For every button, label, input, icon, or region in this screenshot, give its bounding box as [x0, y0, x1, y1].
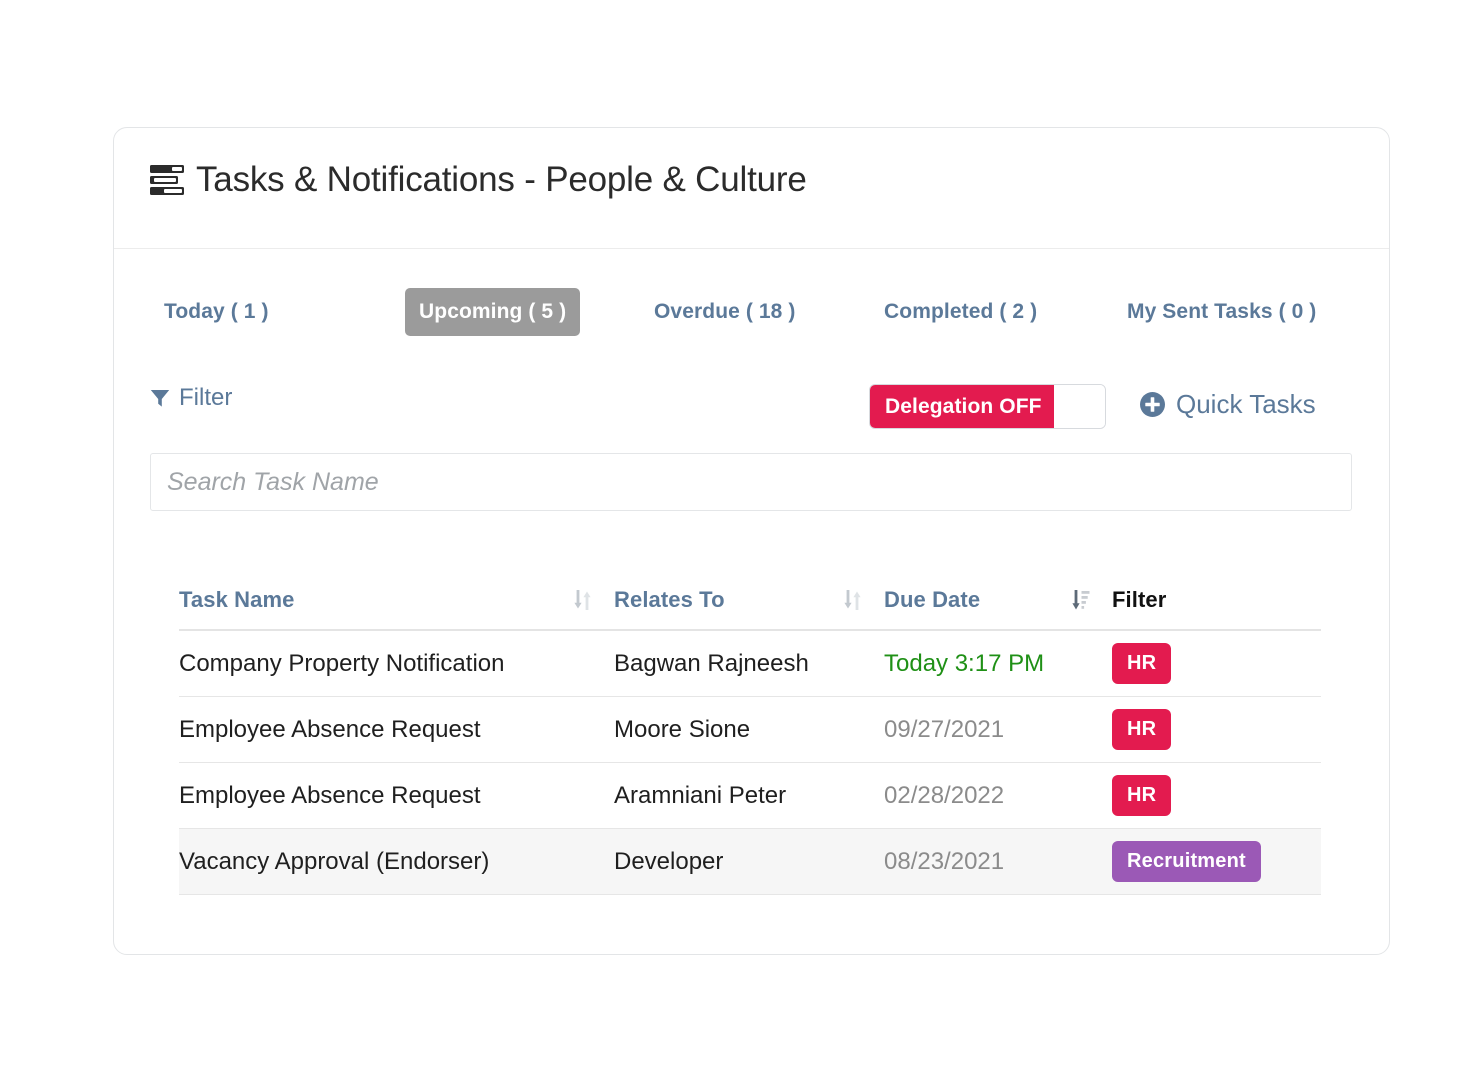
status-badge[interactable]: HR — [1112, 775, 1172, 816]
cell-due-date: 08/23/2021 — [884, 847, 1005, 875]
app-page: Tasks & Notifications - People & Culture… — [0, 0, 1480, 1081]
cell-filter: HR — [1112, 775, 1321, 816]
quick-tasks-label: Quick Tasks — [1176, 389, 1316, 419]
column-header-due-date[interactable]: Due Date — [884, 587, 1112, 613]
column-header-relates-to[interactable]: Relates To — [614, 587, 884, 613]
tab-completed[interactable]: Completed ( 2 ) — [870, 288, 1051, 336]
cell-relates-to: Developer — [614, 847, 724, 875]
sort-amount-down-icon[interactable] — [1071, 589, 1090, 611]
column-header-filter: Filter — [1112, 587, 1321, 613]
tasks-notifications-card: Tasks & Notifications - People & Culture… — [113, 127, 1390, 955]
tab-overdue[interactable]: Overdue ( 18 ) — [640, 288, 809, 336]
cell-filter: Recruitment — [1112, 841, 1321, 882]
sort-both-icon[interactable] — [573, 589, 592, 611]
cell-relates-to: Bagwan Rajneesh — [614, 649, 809, 677]
column-header-label: Filter — [1112, 587, 1167, 612]
status-badge[interactable]: HR — [1112, 709, 1172, 750]
quick-tasks-button[interactable]: Quick Tasks — [1140, 384, 1316, 424]
cell-filter: HR — [1112, 643, 1321, 684]
column-header-label: Due Date — [884, 587, 981, 612]
tab-upcoming[interactable]: Upcoming ( 5 ) — [405, 288, 581, 336]
cell-task-name: Vacancy Approval (Endorser) — [179, 847, 490, 875]
status-badge[interactable]: HR — [1112, 643, 1172, 684]
column-header-task-name[interactable]: Task Name — [179, 587, 614, 613]
delegation-toggle[interactable]: Delegation OFF — [869, 384, 1106, 429]
table-row[interactable]: Vacancy Approval (Endorser) Developer 08/2… — [179, 829, 1321, 895]
cell-task-name: Employee Absence Request — [179, 715, 481, 743]
tab-my-sent-tasks[interactable]: My Sent Tasks ( 0 ) — [1113, 288, 1330, 336]
delegation-toggle-fill: Delegation OFF — [870, 385, 1055, 428]
page-title: Tasks & Notifications - People & Culture — [150, 162, 807, 197]
sort-both-icon[interactable] — [843, 589, 862, 611]
card-header: Tasks & Notifications - People & Culture — [114, 128, 1389, 249]
funnel-icon — [150, 390, 170, 407]
cell-due-date: 02/28/2022 — [884, 781, 1005, 809]
cell-task-name: Employee Absence Request — [179, 781, 481, 809]
search-input[interactable] — [150, 453, 1352, 511]
tab-bar: Today ( 1 ) Upcoming ( 5 ) Overdue ( 18 ) C… — [150, 288, 1355, 336]
column-header-label: Task Name — [179, 587, 295, 612]
cell-relates-to: Aramniani Peter — [614, 781, 787, 809]
delegation-toggle-label: Delegation OFF — [885, 394, 1042, 418]
table-header-row: Task Name Relates To Due Date Filter — [179, 571, 1321, 631]
cell-due-date: 09/27/2021 — [884, 715, 1005, 743]
cell-task-name: Company Property Notification — [179, 649, 505, 677]
tasks-table: Task Name Relates To Due Date Filter Com… — [179, 571, 1321, 895]
plus-circle-icon — [1140, 391, 1165, 417]
page-title-text: Tasks & Notifications - People & Culture — [196, 160, 807, 199]
table-body: Company Property Notification Bagwan Rajn… — [179, 631, 1321, 895]
delegation-toggle-knob[interactable] — [1054, 385, 1105, 428]
cell-due-date: Today 3:17 PM — [884, 649, 1045, 677]
tab-today[interactable]: Today ( 1 ) — [150, 288, 283, 336]
status-badge[interactable]: Recruitment — [1112, 841, 1261, 882]
column-header-label: Relates To — [614, 587, 725, 612]
cell-filter: HR — [1112, 709, 1321, 750]
table-row[interactable]: Employee Absence Request Moore Sione 09/27… — [179, 697, 1321, 763]
table-row[interactable]: Employee Absence Request Aramniani Peter 0… — [179, 763, 1321, 829]
cell-relates-to: Moore Sione — [614, 715, 751, 743]
filter-button[interactable]: Filter — [150, 381, 232, 415]
list-alt-icon — [150, 164, 184, 195]
filter-label: Filter — [179, 384, 233, 411]
table-row[interactable]: Company Property Notification Bagwan Rajn… — [179, 631, 1321, 697]
